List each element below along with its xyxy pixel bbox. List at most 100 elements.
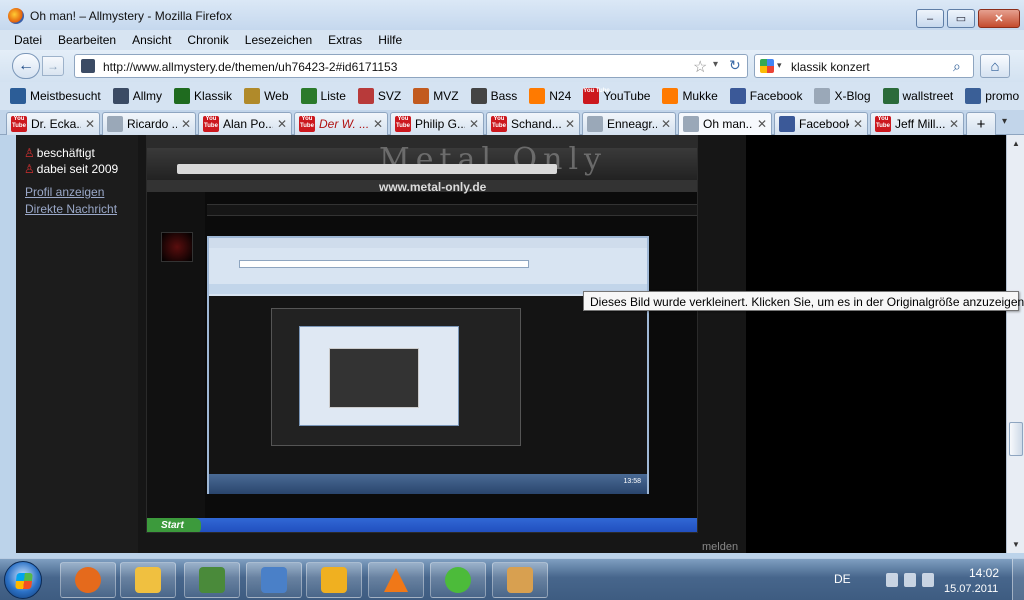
bookmark-bass[interactable]: Bass: [470, 88, 517, 104]
menu-extras[interactable]: Extras: [320, 30, 370, 50]
tab-oh-man[interactable]: Oh man... ✕: [678, 112, 772, 135]
direct-message-link[interactable]: Direkte Nachricht: [25, 202, 117, 216]
tray-device-icon[interactable]: [886, 573, 898, 587]
taskbar-thunderbird-button[interactable]: [246, 562, 302, 598]
facebook-icon: [729, 88, 746, 104]
bookmark-web[interactable]: Web: [244, 88, 289, 104]
clock-time[interactable]: 14:02: [958, 566, 1010, 580]
tab-close-icon[interactable]: ✕: [181, 117, 191, 131]
tray-volume-icon[interactable]: [922, 573, 934, 587]
tab-dr-ecka[interactable]: You Tube Dr. Ecka... ✕: [6, 112, 100, 135]
back-button[interactable]: ←: [12, 53, 40, 79]
bookmark-mukke[interactable]: Mukke: [662, 88, 718, 104]
bookmark-facebook[interactable]: Facebook: [729, 88, 802, 104]
language-indicator[interactable]: DE: [834, 572, 851, 586]
tab-close-icon[interactable]: ✕: [373, 117, 383, 131]
url-text[interactable]: http://www.allmystery.de/themen/uh76423-…: [103, 60, 397, 74]
deep-clock: 13:58: [623, 478, 641, 485]
bookmark-wallstreet[interactable]: wallstreet: [882, 88, 953, 104]
clock-date[interactable]: 15.07.2011: [944, 583, 998, 595]
bookmark-n24[interactable]: N24: [529, 88, 571, 104]
tab-enneagr[interactable]: Enneagr... ✕: [582, 112, 676, 135]
tray-network-icon[interactable]: [904, 573, 916, 587]
google-icon[interactable]: [760, 59, 774, 73]
tab-close-icon[interactable]: ✕: [277, 117, 287, 131]
liste-icon: [300, 88, 317, 104]
reload-icon[interactable]: ↻: [729, 57, 741, 74]
home-button[interactable]: ⌂: [980, 54, 1010, 78]
embedded-screenshot[interactable]: Metal Only www.metal-only.de 13:58 Start: [146, 135, 698, 533]
tab-close-icon[interactable]: ✕: [469, 117, 479, 131]
bookmark-label: YouTube: [603, 89, 651, 103]
scroll-thumb[interactable]: [1009, 422, 1023, 456]
taskbar-winamp-button[interactable]: [306, 562, 362, 598]
report-link[interactable]: melden: [702, 541, 738, 553]
thunderbird-icon: [261, 567, 287, 593]
scroll-up-arrow-icon[interactable]: ▲: [1008, 135, 1024, 152]
bookmark-mvz[interactable]: MVZ: [413, 88, 459, 104]
menu-chronik[interactable]: Chronik: [179, 30, 236, 50]
maximize-button[interactable]: ▭: [947, 9, 975, 28]
search-engine-dropdown-icon[interactable]: ▾: [777, 60, 782, 71]
allmy-icon: [112, 88, 129, 104]
search-icon[interactable]: ⌕: [953, 58, 961, 75]
taskbar-firefox-button[interactable]: [60, 562, 116, 598]
close-button[interactable]: ✕: [978, 9, 1020, 28]
search-bar[interactable]: ▾ klassik konzert ⌕: [754, 54, 974, 78]
scroll-down-arrow-icon[interactable]: ▼: [1008, 536, 1024, 553]
vertical-scrollbar[interactable]: ▲ ▼: [1006, 135, 1024, 553]
menu-lesezeichen[interactable]: Lesezeichen: [237, 30, 320, 50]
youtube-icon: You Tube: [395, 116, 411, 132]
menu-ansicht[interactable]: Ansicht: [124, 30, 179, 50]
tab-philip-g[interactable]: You Tube Philip G... ✕: [390, 112, 484, 135]
tab-ricardo[interactable]: Ricardo ... ✕: [102, 112, 196, 135]
tab-facebook[interactable]: Facebook ✕: [774, 112, 868, 135]
bookmark-icon: [10, 88, 26, 104]
page-content: ♙ beschäftigt ♙ dabei seit 2009 Profil anz…: [16, 135, 1006, 553]
user-icon: ♙: [24, 162, 35, 176]
bookmark-star-icon[interactable]: ☆: [693, 57, 707, 77]
url-bar[interactable]: http://www.allmystery.de/themen/uh76423-…: [74, 54, 748, 78]
profile-link[interactable]: Profil anzeigen: [25, 185, 104, 199]
url-history-dropdown-icon[interactable]: ▾: [713, 59, 718, 70]
bookmark-x-blog[interactable]: X-Blog: [814, 88, 871, 104]
forward-button[interactable]: →: [42, 56, 64, 76]
new-tab-button[interactable]: +: [966, 112, 996, 135]
taskbar-explorer-button[interactable]: [120, 562, 176, 598]
bookmark-promo[interactable]: promo: [965, 88, 1019, 104]
bookmark-klassik[interactable]: Klassik: [174, 88, 232, 104]
tab-list-icon[interactable]: ▾: [1002, 116, 1007, 127]
nested-screenshot-level-2: 13:58: [207, 236, 649, 494]
bookmark-allmy[interactable]: Allmy: [112, 88, 162, 104]
taskbar-vlc-button[interactable]: [368, 562, 424, 598]
taskbar-icq-button[interactable]: [430, 562, 486, 598]
bookmark-youtube[interactable]: You Tube YouTube: [583, 88, 650, 104]
tab-close-icon[interactable]: ✕: [949, 117, 959, 131]
taskbar-paint-button[interactable]: [492, 562, 548, 598]
tab-close-icon[interactable]: ✕: [661, 117, 671, 131]
tab-close-icon[interactable]: ✕: [85, 117, 95, 131]
tab-close-icon[interactable]: ✕: [565, 117, 575, 131]
search-input[interactable]: klassik konzert: [791, 60, 870, 74]
tab-jeff-mill[interactable]: You Tube Jeff Mill... ✕: [870, 112, 964, 135]
bookmark-label: Liste: [320, 89, 346, 103]
start-button[interactable]: [4, 561, 42, 599]
menu-datei[interactable]: Datei: [6, 30, 50, 50]
bookmark-svz[interactable]: SVZ: [357, 88, 402, 104]
tab-alan-po[interactable]: You Tube Alan Po... ✕: [198, 112, 292, 135]
show-desktop-button[interactable]: [1012, 559, 1024, 600]
taskbar-system-button[interactable]: [184, 562, 240, 598]
bookmark-liste[interactable]: Liste: [300, 88, 346, 104]
tab-close-icon[interactable]: ✕: [853, 117, 863, 131]
n24-icon: [529, 88, 546, 104]
minimize-button[interactable]: –: [916, 9, 944, 28]
bookmark-meistbesucht[interactable]: Meistbesucht: [10, 88, 101, 104]
tab-close-icon[interactable]: ✕: [757, 117, 767, 131]
menu-hilfe[interactable]: Hilfe: [370, 30, 410, 50]
tab-der-w[interactable]: You Tube Der W. ... ✕: [294, 112, 388, 135]
site-identity-icon[interactable]: [81, 59, 95, 73]
tab-schand[interactable]: You Tube Schand... ✕: [486, 112, 580, 135]
tab-label: Jeff Mill...: [895, 117, 945, 131]
menu-bearbeiten[interactable]: Bearbeiten: [50, 30, 124, 50]
bookmark-label: SVZ: [377, 89, 402, 103]
